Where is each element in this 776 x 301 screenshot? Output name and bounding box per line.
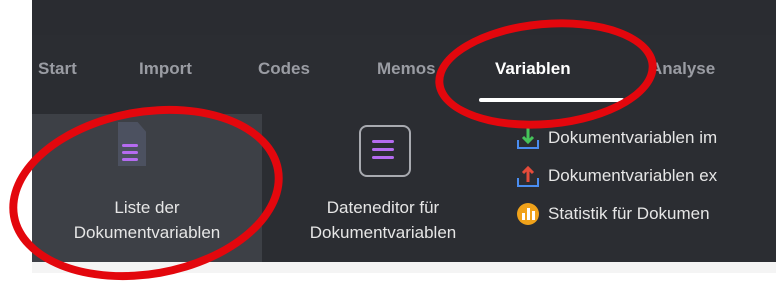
ribbon-tab-bar: Start Import Codes Memos Variablen Analy…: [32, 35, 776, 102]
export-document-variables-label: Dokumentvariablen ex: [548, 166, 718, 185]
tab-memos[interactable]: Memos: [377, 59, 436, 79]
title-bar: [32, 0, 776, 35]
tab-start[interactable]: Start: [38, 59, 77, 79]
tab-import[interactable]: Import: [139, 59, 192, 79]
export-arrow-icon: [516, 164, 540, 188]
data-editor-label-2: Dokumentvariablen: [309, 223, 457, 242]
data-editor-button[interactable]: Dateneditor für Dokumentvariablen: [272, 114, 494, 262]
export-document-variables-item[interactable]: Dokumentvariablen ex: [516, 160, 717, 192]
list-icon: [372, 140, 400, 160]
statistics-icon: [516, 202, 540, 226]
import-arrow-icon: [516, 126, 540, 150]
tab-codes[interactable]: Codes: [258, 59, 310, 79]
import-document-variables-label: Dokumentvariablen im: [548, 128, 718, 147]
document-statistics-label: Statistik für Dokumen: [548, 204, 710, 223]
editor-frame-icon: [359, 125, 411, 177]
document-statistics-item[interactable]: Statistik für Dokumen: [516, 198, 710, 230]
tab-analyse[interactable]: Analyse: [650, 59, 715, 79]
data-editor-label-1: Dateneditor für: [326, 198, 440, 217]
